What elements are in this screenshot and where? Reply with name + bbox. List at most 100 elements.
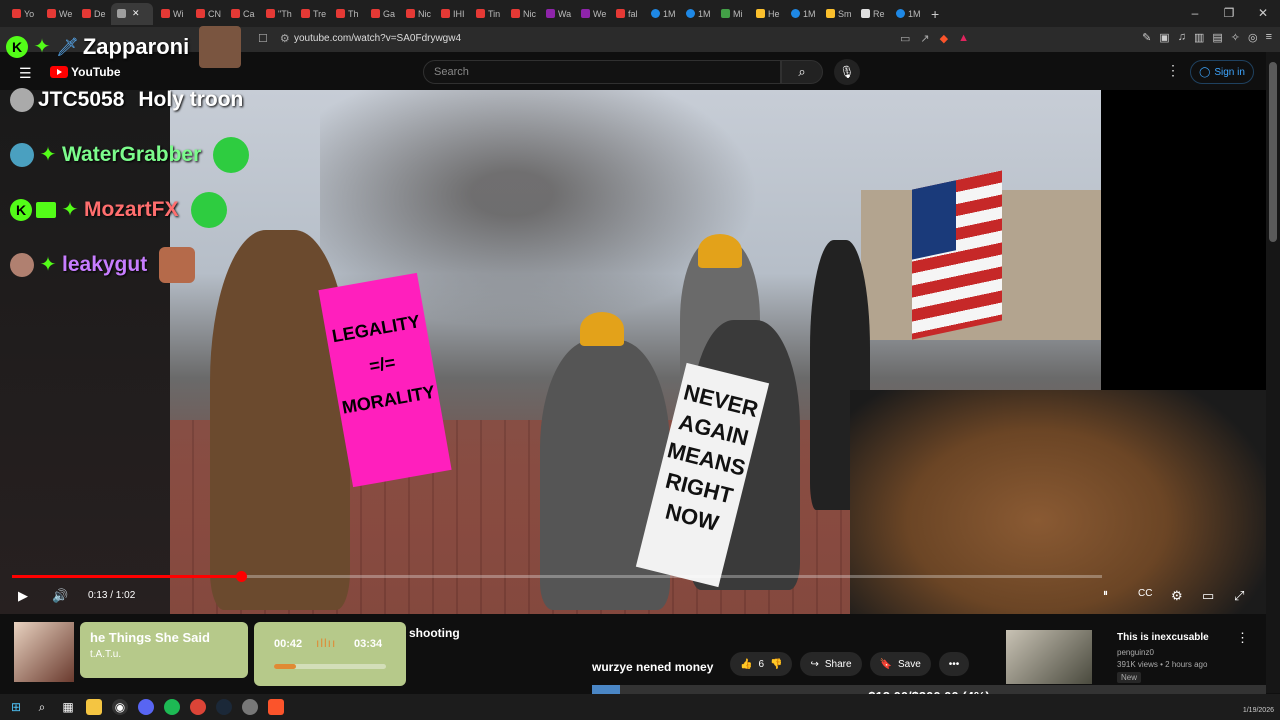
app-icon[interactable] — [242, 699, 258, 715]
chat-message: K ✦ MozartFX — [10, 182, 249, 237]
fullscreen-icon[interactable]: ⤢ — [1234, 588, 1244, 604]
browser-tab[interactable]: We — [575, 3, 608, 25]
browser-tab[interactable]: De — [76, 3, 109, 25]
more-actions-button[interactable]: ••• — [938, 652, 970, 676]
tab-label: Tre — [313, 8, 327, 19]
chrome-icon[interactable] — [190, 699, 206, 715]
bookmark-icon[interactable]: ☐ — [258, 32, 268, 45]
chat-avatar — [10, 252, 34, 277]
thumbs-up-icon[interactable]: 👍 — [740, 659, 752, 670]
browser-tab[interactable]: CN — [190, 3, 223, 25]
page-scrollbar[interactable] — [1266, 52, 1280, 693]
browser-tab[interactable]: Mi — [715, 3, 748, 25]
chat-text: Holy troon — [138, 87, 244, 111]
tab-close-icon[interactable]: ✕ — [132, 8, 140, 19]
leo-icon[interactable]: ✧ — [1231, 31, 1240, 44]
autoplay-toggle-icon[interactable]: ⏸ — [1103, 588, 1108, 599]
browser-tab[interactable]: 1M — [645, 3, 678, 25]
task-view-icon[interactable]: ▦ — [60, 699, 76, 715]
theater-mode-icon[interactable]: ▭ — [1202, 588, 1214, 604]
browser-tab[interactable]: "Th — [260, 3, 293, 25]
captions-icon[interactable]: CC — [1138, 588, 1152, 599]
spotify-icon[interactable] — [164, 699, 180, 715]
tab-favicon-icon — [82, 9, 91, 18]
suggested-video-menu-icon[interactable]: ⋮ — [1236, 630, 1249, 646]
share-button[interactable]: ↪ Share — [800, 652, 862, 676]
browser-tab[interactable]: Wa — [540, 3, 573, 25]
video-progress-bar[interactable] — [12, 571, 1102, 582]
brave-shield-icon[interactable]: ◆ — [940, 32, 948, 45]
save-icon: 🔖 — [879, 658, 892, 670]
extensions-icon[interactable]: ✎ — [1142, 31, 1151, 44]
browser-tab[interactable]: Tin — [470, 3, 503, 25]
vpn-icon[interactable]: ◎ — [1248, 31, 1258, 44]
url-field[interactable]: youtube.com/watch?v=SA0Fdrywgw4 — [294, 33, 461, 44]
sub-badge-icon: ✦ — [39, 253, 57, 276]
tab-favicon-icon — [476, 9, 485, 18]
brave-icon[interactable] — [268, 699, 284, 715]
voice-search-button[interactable]: 🎙 — [834, 59, 860, 85]
wallet-icon[interactable]: ▤ — [1212, 31, 1222, 44]
play-icon[interactable]: ▶ — [18, 588, 28, 604]
discord-icon[interactable] — [138, 699, 154, 715]
browser-tab[interactable]: Ga — [365, 3, 398, 25]
cast-icon[interactable]: ▭ — [900, 32, 910, 45]
scrubber-handle[interactable] — [235, 571, 247, 582]
browser-tab[interactable]: Nic — [400, 3, 433, 25]
tab-favicon-icon — [791, 9, 800, 18]
suggested-video-thumbnail[interactable] — [1006, 630, 1092, 684]
browser-tab[interactable]: Re — [855, 3, 888, 25]
suggested-video-channel[interactable]: penguinz0 — [1117, 648, 1154, 657]
menu-icon[interactable]: ≡ — [1266, 31, 1272, 44]
browser-tab[interactable]: 1M — [890, 3, 923, 25]
now-playing-elapsed: 00:42 — [274, 638, 303, 650]
browser-tab[interactable]: IHI — [435, 3, 468, 25]
search-input[interactable]: Search — [423, 60, 781, 84]
file-explorer-icon[interactable] — [86, 699, 102, 715]
browser-tab[interactable]: fal — [610, 3, 643, 25]
browser-tab[interactable]: Tre — [295, 3, 328, 25]
minimize-icon[interactable]: – — [1178, 0, 1212, 27]
gear-icon[interactable]: ⚙ — [1171, 588, 1183, 604]
site-info-icon[interactable]: ⚙ — [280, 32, 290, 45]
media-icon[interactable]: ♫ — [1178, 31, 1186, 44]
scrollbar-thumb[interactable] — [1269, 62, 1277, 242]
search-icon[interactable]: ⌕ — [34, 699, 50, 715]
browser-tab[interactable]: Nic — [505, 3, 538, 25]
browser-tab[interactable]: Wi — [155, 3, 188, 25]
save-button[interactable]: 🔖 Save — [869, 652, 931, 676]
browser-tab[interactable]: 1M — [785, 3, 818, 25]
search-button[interactable]: ⌕ — [781, 60, 823, 84]
like-dislike-button[interactable]: 👍 6 👎 — [730, 652, 793, 676]
settings-menu-icon[interactable]: ⋮ — [1166, 62, 1180, 79]
browser-tab[interactable]: Yo — [6, 3, 39, 25]
share-icon[interactable]: ↗ — [920, 32, 929, 45]
browser-tab[interactable]: ✕ — [111, 2, 153, 25]
sword-badge-icon: 🗡 — [56, 36, 79, 57]
new-tab-button[interactable]: + — [925, 6, 945, 22]
maximize-icon[interactable]: ❐ — [1212, 0, 1246, 27]
browser-tab[interactable]: 1M — [680, 3, 713, 25]
tab-favicon-icon — [616, 9, 625, 18]
sidebar-icon[interactable]: ▥ — [1194, 31, 1204, 44]
browser-tab[interactable]: He — [750, 3, 783, 25]
suggested-video-title[interactable]: This is inexcusable — [1117, 632, 1209, 643]
steam-icon[interactable] — [216, 699, 232, 715]
tab-label: Ga — [383, 8, 396, 19]
obs-icon[interactable]: ◉ — [112, 699, 128, 715]
browser-tab[interactable]: Ca — [225, 3, 258, 25]
tab-label: Wi — [173, 8, 184, 19]
kick-badge-icon: K — [6, 36, 28, 58]
sign-in-button[interactable]: ◯ Sign in — [1190, 60, 1254, 84]
rewards-icon[interactable]: ▲ — [958, 32, 969, 45]
start-icon[interactable]: ⊞ — [8, 699, 24, 715]
tab-label: Re — [873, 8, 885, 19]
browser-tab[interactable]: We — [41, 3, 74, 25]
screenshot-icon[interactable]: ▣ — [1159, 31, 1169, 44]
volume-icon[interactable]: 🔊 — [52, 588, 68, 604]
thumbs-down-icon[interactable]: 👎 — [770, 659, 782, 670]
browser-tab[interactable]: Sm — [820, 3, 853, 25]
close-icon[interactable]: ✕ — [1246, 0, 1280, 27]
tab-favicon-icon — [12, 9, 21, 18]
browser-tab[interactable]: Th — [330, 3, 363, 25]
